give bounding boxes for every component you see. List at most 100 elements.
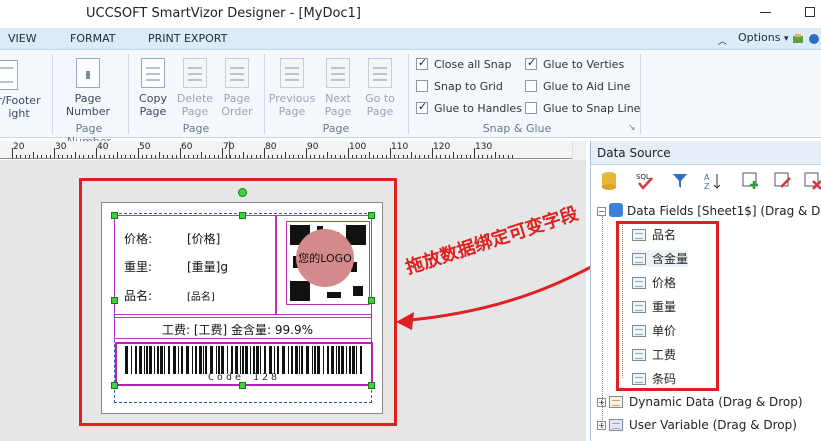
page-order-button[interactable]: Page Order	[216, 58, 258, 118]
ruler-tick	[381, 155, 383, 158]
resize-handle[interactable]	[368, 382, 375, 389]
barcode-bar	[346, 346, 347, 374]
resize-handle[interactable]	[368, 297, 375, 304]
weight-field[interactable]: [重量]g	[187, 258, 228, 275]
ruler-tick	[66, 155, 68, 158]
ruler-label: 80	[265, 142, 277, 152]
menu-format[interactable]: FORMAT	[70, 32, 116, 45]
collapse-ribbon-icon[interactable]: ︿	[718, 34, 727, 47]
ruler-tick	[54, 148, 55, 158]
barcode[interactable]: Code 128	[115, 342, 373, 386]
barcode-bar	[250, 346, 251, 374]
ruler-tick	[499, 155, 501, 158]
dialog-launcher-icon[interactable]: ↘	[628, 123, 636, 133]
ruler-tick	[280, 155, 282, 158]
resize-handle[interactable]	[239, 212, 246, 219]
barcode-bar	[301, 346, 303, 374]
database-icon[interactable]	[599, 171, 619, 191]
help-icon[interactable]	[808, 33, 820, 45]
glue-to-verties-checkbox[interactable]: Glue to Verties	[525, 56, 624, 71]
barcode-bar	[195, 346, 197, 374]
ruler-tick	[196, 155, 198, 158]
ruler-tick	[238, 155, 240, 158]
ruler-tick	[276, 155, 278, 158]
ruler-tick	[138, 148, 139, 158]
next-page-button[interactable]: Next Page	[316, 58, 360, 118]
sql-icon[interactable]: SQL	[635, 171, 655, 191]
ruler-tick	[259, 155, 261, 158]
barcode-bar	[144, 346, 145, 374]
page-number-label: Page	[74, 92, 102, 105]
tree-node-data-fields[interactable]: − Data Fields [Sheet1$] (Drag & D	[597, 203, 820, 218]
expand-icon[interactable]: +	[597, 421, 606, 430]
ruler-tick	[142, 155, 144, 158]
logo-placeholder[interactable]: 您的LOGO	[296, 229, 354, 287]
restore-icon[interactable]	[805, 7, 815, 17]
expand-icon[interactable]: +	[597, 398, 606, 407]
sort-icon[interactable]: AZ	[703, 171, 723, 191]
price-field[interactable]: [价格]	[187, 230, 220, 247]
tree-node-dynamic-data[interactable]: + Dynamic Data (Drag & Drop)	[597, 395, 803, 409]
glue-to-handles-checkbox[interactable]: Glue to Handles	[416, 100, 522, 115]
ruler-tick	[469, 155, 471, 158]
go-to-page-button[interactable]: Go to Page	[360, 58, 400, 118]
paint-icon[interactable]	[792, 33, 804, 45]
tree-node-user-variable[interactable]: + User Variable (Drag & Drop)	[597, 418, 797, 432]
page-number-button[interactable]: Page Number	[62, 58, 114, 118]
filter-icon[interactable]	[671, 171, 691, 191]
horizontal-ruler: 20 30 40 50 60 70 80 90 100 110 120 130	[0, 141, 586, 159]
options-menu[interactable]: Options ▾	[738, 31, 788, 44]
resize-handle[interactable]	[368, 212, 375, 219]
collapse-icon[interactable]: −	[597, 207, 606, 216]
resize-handle[interactable]	[111, 212, 118, 219]
barcode-bar	[274, 346, 275, 374]
ruler-tick	[482, 155, 484, 158]
ruler-tick	[360, 155, 362, 158]
copy-page-button[interactable]: Copy Page	[132, 58, 174, 118]
ruler-tick	[385, 155, 387, 158]
resize-handle[interactable]	[239, 382, 246, 389]
delete-field-icon[interactable]	[803, 171, 821, 191]
barcode-bar	[186, 346, 189, 374]
ruler-tick	[45, 155, 47, 158]
delete-page-button[interactable]: Delete Page	[174, 58, 216, 118]
snap-to-grid-checkbox[interactable]: Snap to Grid	[416, 80, 503, 93]
close-all-snap-checkbox[interactable]: Close all Snap	[416, 56, 512, 71]
glue-to-aid-line-checkbox[interactable]: Glue to Aid Line	[525, 80, 630, 93]
barcode-bar	[360, 346, 362, 374]
checkbox-checked-icon	[525, 56, 537, 70]
barcode-bar	[338, 346, 340, 374]
edit-field-icon[interactable]	[773, 171, 793, 191]
svg-text:Z: Z	[704, 182, 710, 191]
barcode-bar	[192, 346, 193, 374]
glue-to-snap-line-label: Glue to Snap Line	[543, 102, 641, 115]
barcode-bar	[178, 346, 179, 374]
ruler-tick	[495, 152, 496, 158]
page-order-label-2: Order	[221, 105, 253, 118]
menu-print-export[interactable]: PRINT EXPORT	[148, 32, 227, 45]
rotate-handle[interactable]	[238, 188, 247, 197]
barcode-bar	[240, 346, 241, 374]
barcode-bar	[341, 346, 344, 374]
fee-field[interactable]: 工费: [工费] 金含量: 99.9%	[162, 321, 313, 338]
add-field-icon[interactable]	[741, 171, 761, 191]
barcode-bar	[218, 346, 220, 374]
ruler-tick	[125, 155, 127, 158]
ruler-tick	[33, 152, 34, 158]
previous-page-button[interactable]: Previous Page	[268, 58, 316, 118]
resize-handle[interactable]	[111, 297, 118, 304]
ruler-tick	[234, 155, 236, 158]
name-field[interactable]: [品名]	[187, 288, 215, 303]
ruler-tick	[335, 155, 337, 158]
ruler-tick	[217, 155, 219, 158]
resize-handle[interactable]	[111, 382, 118, 389]
barcode-bar	[235, 346, 238, 374]
ruler-tick	[301, 155, 303, 158]
minimize-icon[interactable]	[760, 12, 771, 13]
ruler-tick	[394, 155, 396, 158]
ruler-tick	[180, 148, 181, 158]
glue-to-snap-line-checkbox[interactable]: Glue to Snap Line	[525, 102, 640, 115]
header-footer-button[interactable]: r/Footer ight	[0, 60, 44, 120]
menu-view[interactable]: VIEW	[8, 32, 37, 45]
barcode-bar	[149, 346, 152, 374]
